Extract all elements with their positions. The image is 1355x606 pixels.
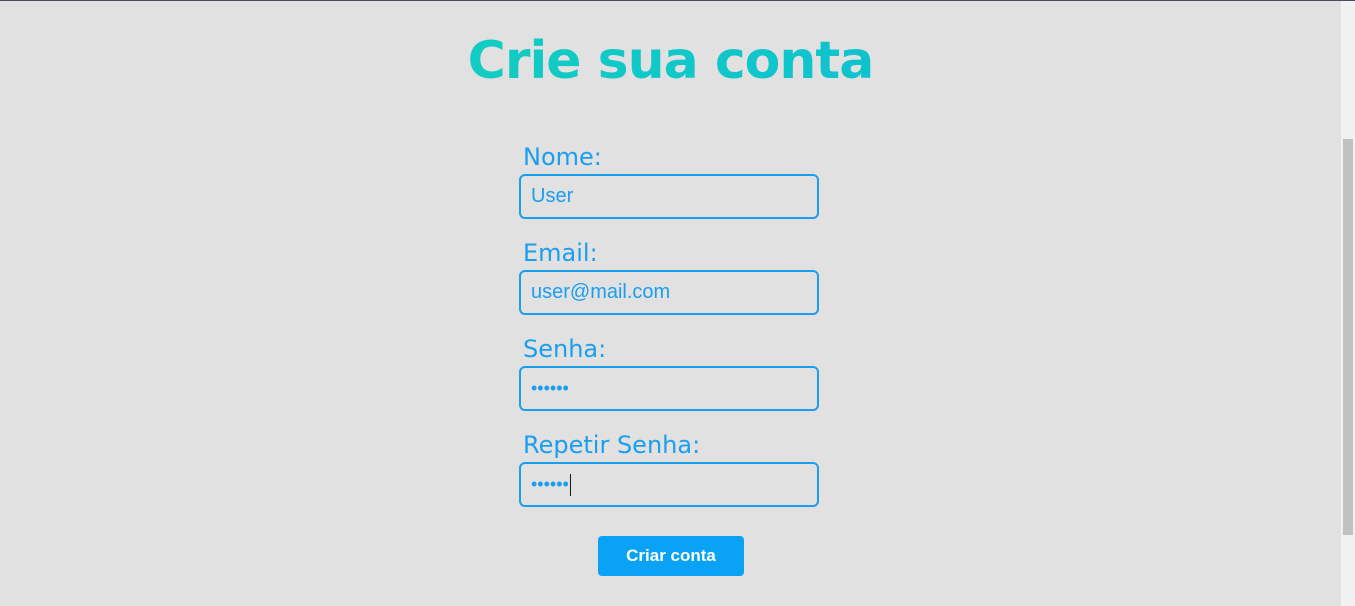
name-input[interactable] (519, 174, 819, 219)
text-caret (569, 473, 571, 496)
page-title: Crie sua conta (0, 29, 1341, 93)
signup-page: Crie sua conta Nome: Email: Senha: •••••… (0, 1, 1341, 606)
create-account-button[interactable]: Criar conta (598, 536, 744, 576)
signup-form: Nome: Email: Senha: •••••• Repetir Senha… (519, 142, 819, 526)
repeat-password-input[interactable]: •••••• (519, 462, 819, 507)
password-input[interactable]: •••••• (519, 366, 819, 411)
email-label: Email: (523, 239, 598, 267)
email-input[interactable] (519, 270, 819, 315)
password-label: Senha: (523, 335, 607, 363)
scrollbar-thumb[interactable] (1343, 139, 1353, 535)
repeat-password-masked-value: •••••• (531, 474, 569, 494)
name-label: Nome: (523, 143, 602, 171)
repeat-password-label: Repetir Senha: (523, 431, 701, 459)
page-scrollbar[interactable] (1341, 1, 1355, 606)
password-masked-value: •••••• (531, 378, 569, 398)
